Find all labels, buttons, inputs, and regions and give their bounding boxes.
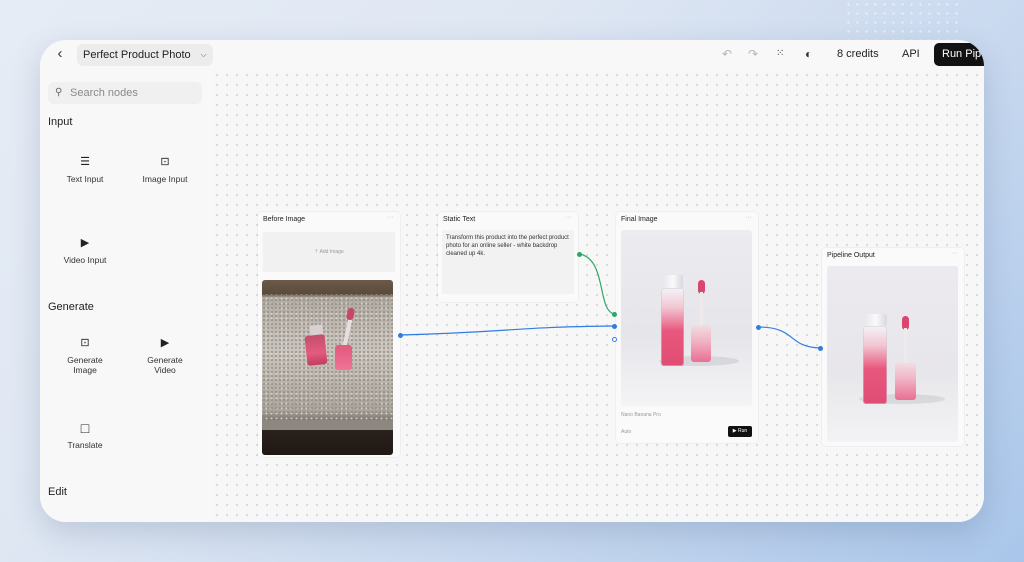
section-title-input: Input bbox=[48, 116, 73, 128]
chevron-down-icon: ⌵ bbox=[200, 50, 207, 59]
node-tile-label: Translate bbox=[67, 440, 103, 450]
top-bar: ‹ Perfect Product Photo ⌵ ↶ ↷ ⁙ ◐ 8 cred… bbox=[40, 40, 984, 70]
app-window: ‹ Perfect Product Photo ⌵ ↶ ↷ ⁙ ◐ 8 cred… bbox=[40, 40, 984, 522]
connection-wires bbox=[399, 253, 821, 349]
redo-icon[interactable]: ↷ bbox=[748, 47, 758, 61]
output-port-final[interactable] bbox=[756, 325, 761, 330]
node-sidebar: ⚲ Search nodes Input ☰ Text Input ⊡ Imag… bbox=[40, 70, 212, 522]
input-port-image[interactable] bbox=[612, 324, 617, 329]
node-tile-label: Generate Video bbox=[147, 355, 183, 375]
input-port-output[interactable] bbox=[818, 346, 823, 351]
section-title-edit: Edit bbox=[48, 486, 67, 498]
node-tile-translate[interactable]: □ Translate bbox=[45, 420, 125, 450]
wire-text-to-final bbox=[579, 253, 615, 315]
run-pipeline-button[interactable]: Run Pipeline bbox=[934, 43, 984, 66]
credits-label[interactable]: 8 credits bbox=[837, 48, 879, 60]
output-port-text[interactable] bbox=[577, 252, 582, 257]
grid-icon[interactable]: ⁙ bbox=[776, 47, 784, 61]
wire-final-to-output bbox=[757, 326, 821, 349]
project-selector[interactable]: Perfect Product Photo ⌵ bbox=[77, 44, 213, 66]
image-icon: ⊡ bbox=[160, 156, 170, 168]
contrast-icon[interactable]: ◐ bbox=[805, 47, 812, 61]
play-icon: ▶ bbox=[80, 237, 90, 249]
chevron-left-icon: ‹ bbox=[57, 45, 63, 62]
play-icon: ▶ bbox=[160, 337, 170, 349]
node-tile-label: Image Input bbox=[142, 174, 188, 184]
node-tile-label: Text Input bbox=[66, 174, 104, 184]
node-tile-image-input[interactable]: ⊡ Image Input bbox=[125, 154, 205, 184]
output-port[interactable] bbox=[398, 333, 403, 338]
text-lines-icon: ☰ bbox=[80, 156, 90, 168]
back-button[interactable]: ‹ bbox=[52, 46, 68, 62]
node-tile-generate-image[interactable]: ⊡ Generate Image bbox=[45, 335, 125, 375]
square-icon: □ bbox=[80, 420, 90, 436]
input-port-text[interactable] bbox=[612, 312, 617, 317]
node-tile-text-input[interactable]: ☰ Text Input bbox=[45, 154, 125, 184]
wire-before-to-final bbox=[399, 325, 615, 336]
search-icon: ⚲ bbox=[55, 87, 63, 98]
pipeline-canvas[interactable]: Before Image ··· ⇡ Add Image Static Text… bbox=[212, 70, 984, 522]
search-input[interactable]: ⚲ Search nodes bbox=[48, 82, 202, 104]
project-name: Perfect Product Photo bbox=[83, 49, 191, 61]
api-button[interactable]: API bbox=[902, 48, 920, 60]
node-tile-generate-video[interactable]: ▶ Generate Video bbox=[125, 335, 205, 375]
undo-icon[interactable]: ↶ bbox=[722, 47, 732, 61]
node-tile-video-input[interactable]: ▶ Video Input bbox=[45, 235, 125, 265]
node-tile-label: Generate Image bbox=[67, 355, 103, 375]
generate-image-icon: ⊡ bbox=[80, 337, 90, 349]
input-port-empty[interactable] bbox=[612, 337, 617, 342]
search-placeholder: Search nodes bbox=[70, 87, 138, 99]
node-tile-label: Video Input bbox=[63, 255, 107, 265]
section-title-generate: Generate bbox=[48, 301, 94, 313]
